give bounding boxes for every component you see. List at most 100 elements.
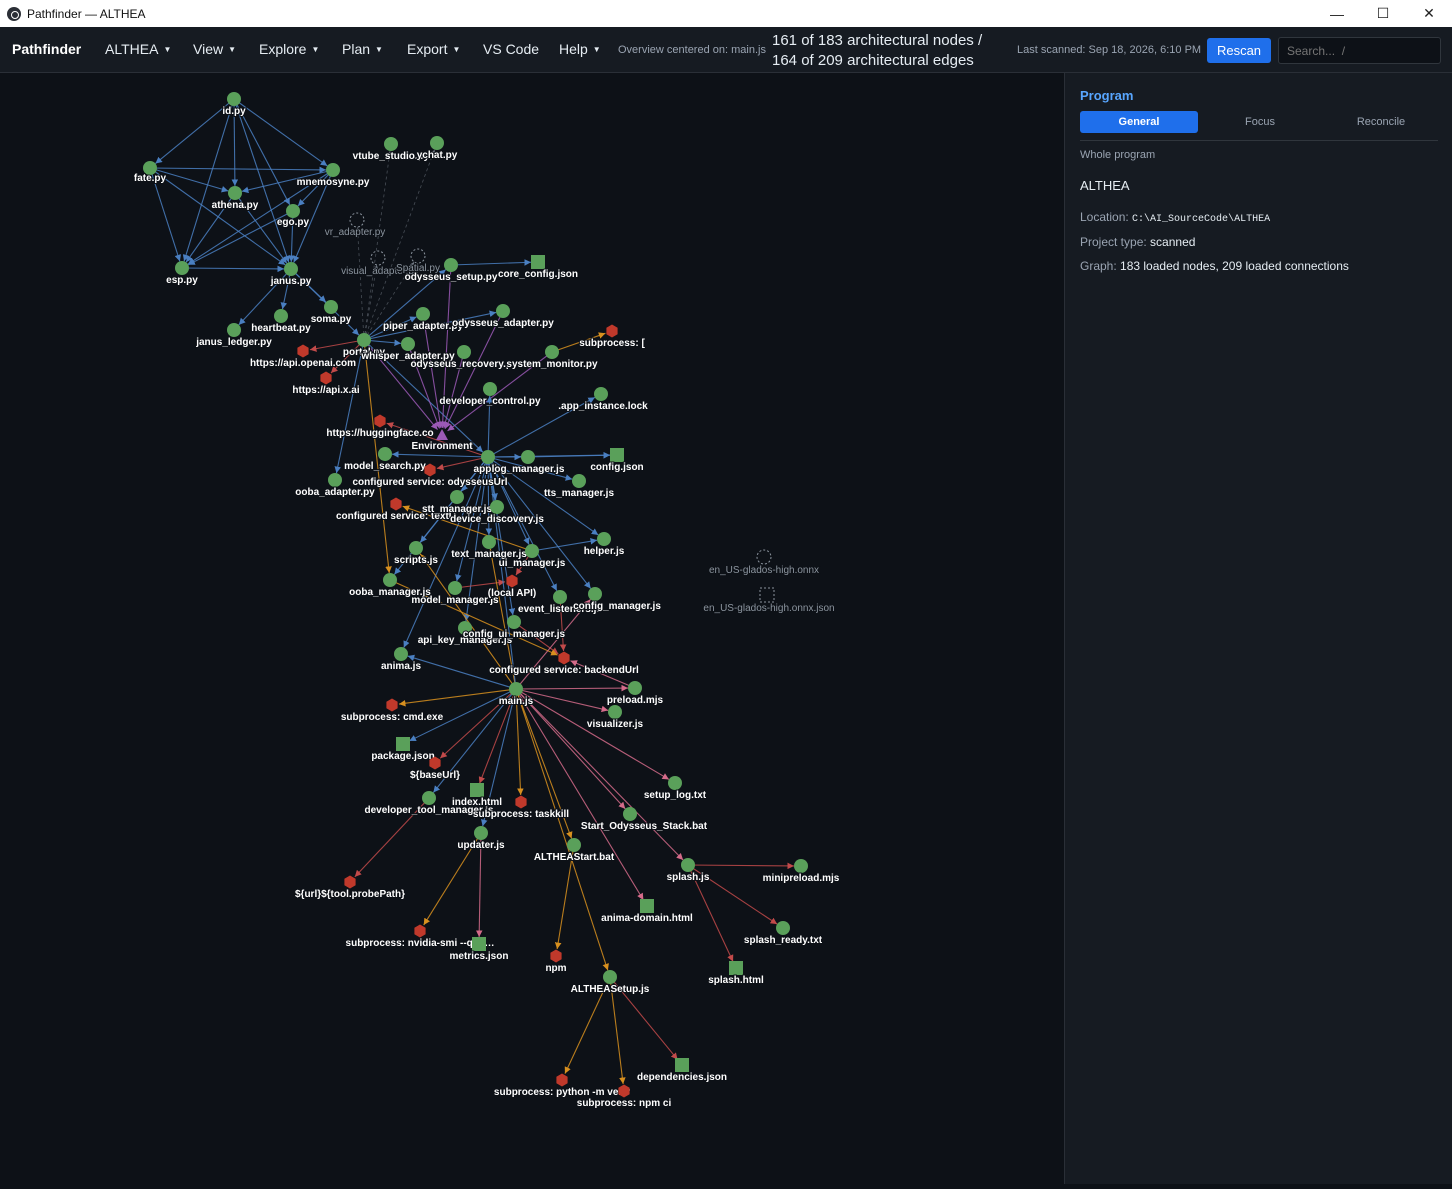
graph-node-splash-ready[interactable]: splash_ready.txt (743, 921, 824, 947)
graph-node-setup-log[interactable]: setup_log.txt (643, 776, 708, 802)
node-marker[interactable] (490, 500, 504, 514)
node-marker[interactable] (344, 875, 356, 889)
graph-node-sub-python[interactable]: subprocess: python -m venv (493, 1073, 632, 1099)
graph-canvas[interactable]: id.py fate.py mnemosyne.py athena.py ego.py e… (0, 73, 1064, 1184)
node-marker[interactable] (297, 344, 309, 358)
node-marker[interactable] (553, 590, 567, 604)
node-marker[interactable] (430, 136, 444, 150)
node-marker[interactable] (515, 795, 527, 809)
node-marker[interactable] (414, 924, 426, 938)
node-marker[interactable] (572, 474, 586, 488)
graph-node-fate[interactable]: fate.py (133, 161, 168, 185)
node-marker[interactable] (444, 258, 458, 272)
graph-node-index-html[interactable]: index.html (451, 783, 503, 809)
graph-node-start-odysseus[interactable]: Start_Odysseus_Stack.bat (580, 807, 709, 833)
node-marker[interactable] (668, 776, 682, 790)
node-marker[interactable] (384, 137, 398, 151)
node-marker[interactable] (378, 447, 392, 461)
graph-node-updater[interactable]: updater.js (456, 826, 506, 852)
graph-svg[interactable]: id.py fate.py mnemosyne.py athena.py ego.py e… (0, 73, 1064, 1184)
node-marker[interactable] (274, 309, 288, 323)
graph-node-subprocess-bracket[interactable]: subprocess: [ (578, 324, 646, 350)
node-marker[interactable] (556, 1073, 568, 1087)
node-marker[interactable] (328, 473, 342, 487)
node-marker[interactable] (545, 345, 559, 359)
node-marker[interactable] (436, 429, 448, 440)
menu-explore[interactable]: Explore ▼ (259, 41, 319, 57)
menu-export[interactable]: Export ▼ (407, 41, 460, 57)
node-marker[interactable] (794, 859, 808, 873)
node-marker[interactable] (357, 333, 371, 347)
node-marker[interactable] (472, 937, 486, 951)
node-marker[interactable] (284, 262, 298, 276)
node-marker[interactable] (416, 307, 430, 321)
node-marker[interactable] (608, 705, 622, 719)
tab-focus[interactable]: Focus (1201, 111, 1319, 133)
node-marker[interactable] (567, 838, 581, 852)
graph-node-spatial[interactable]: Spatial.py (395, 248, 441, 275)
node-marker[interactable] (603, 970, 617, 984)
node-marker[interactable] (394, 647, 408, 661)
graph-node-core-config[interactable]: core_config.json (497, 255, 579, 281)
menu-vscode[interactable]: VS Code (483, 41, 539, 57)
graph-node-anima-js[interactable]: anima.js (380, 647, 422, 673)
node-marker[interactable] (597, 532, 611, 546)
node-marker[interactable] (457, 345, 471, 359)
menu-view[interactable]: View ▼ (193, 41, 236, 57)
graph-node-heartbeat[interactable]: heartbeat.py (250, 309, 312, 335)
graph-node-huggingface[interactable]: https://huggingface.co (325, 414, 435, 440)
node-marker[interactable] (448, 581, 462, 595)
graph-node-config-manager[interactable]: config_manager.js (572, 587, 662, 613)
graph-node-glados-onnx[interactable]: en_US-glados-high.onnx (708, 549, 820, 577)
graph-node-config-json[interactable]: config.json (589, 448, 645, 474)
graph-node-app-instance[interactable]: .app_instance.lock (557, 387, 649, 413)
node-marker[interactable] (681, 858, 695, 872)
node-marker[interactable] (496, 304, 510, 318)
node-marker[interactable] (623, 807, 637, 821)
node-marker[interactable] (450, 490, 464, 504)
node-marker[interactable] (531, 255, 545, 269)
tab-reconcile[interactable]: Reconcile (1322, 111, 1440, 133)
minimize-icon[interactable]: — (1314, 0, 1360, 27)
node-marker[interactable] (606, 324, 618, 338)
node-marker[interactable] (483, 382, 497, 396)
maximize-icon[interactable]: ☐ (1360, 0, 1406, 27)
node-marker[interactable] (227, 323, 241, 337)
graph-node-openai[interactable]: https://api.openai.com (249, 344, 357, 370)
node-marker[interactable] (227, 92, 241, 106)
graph-node-splash-js[interactable]: splash.js (666, 858, 711, 884)
node-marker[interactable] (320, 371, 332, 385)
graph-node-sub-cmd[interactable]: subprocess: cmd.exe (340, 698, 445, 724)
node-marker[interactable] (628, 681, 642, 695)
search-input[interactable] (1278, 37, 1441, 64)
node-marker[interactable] (507, 615, 521, 629)
graph-node-glados-json[interactable]: en_US-glados-high.onnx.json (702, 587, 836, 615)
node-marker[interactable] (776, 921, 790, 935)
node-marker[interactable] (370, 250, 386, 266)
close-icon[interactable]: ✕ (1406, 0, 1452, 27)
graph-node-anima-domain[interactable]: anima-domain.html (600, 899, 694, 925)
graph-node-janus[interactable]: janus.py (269, 262, 313, 288)
node-marker[interactable] (509, 682, 523, 696)
node-marker[interactable] (640, 899, 654, 913)
graph-node-soma[interactable]: soma.py (310, 300, 353, 326)
graph-node-package-json[interactable]: package.json (370, 737, 436, 763)
node-marker[interactable] (558, 651, 570, 665)
node-marker[interactable] (175, 261, 189, 275)
graph-node-ego[interactable]: ego.py (276, 204, 311, 229)
node-marker[interactable] (386, 698, 398, 712)
node-marker[interactable] (474, 826, 488, 840)
graph-node-visualizer[interactable]: visualizer.js (586, 705, 645, 731)
node-marker[interactable] (550, 949, 562, 963)
node-marker[interactable] (675, 1058, 689, 1072)
node-marker[interactable] (756, 549, 772, 565)
graph-node-local-api[interactable]: (local API) (487, 574, 537, 600)
node-marker[interactable] (401, 337, 415, 351)
graph-node-althea-start[interactable]: ALTHEAStart.bat (533, 838, 616, 864)
rescan-button[interactable]: Rescan (1207, 38, 1271, 63)
graph-node-text-manager[interactable]: text_manager.js (450, 535, 528, 561)
graph-node-url-probe[interactable]: ${url}${tool.probePath} (294, 875, 406, 901)
node-marker[interactable] (729, 961, 743, 975)
graph-node-preload[interactable]: preload.mjs (606, 681, 664, 707)
node-marker[interactable] (481, 450, 495, 464)
